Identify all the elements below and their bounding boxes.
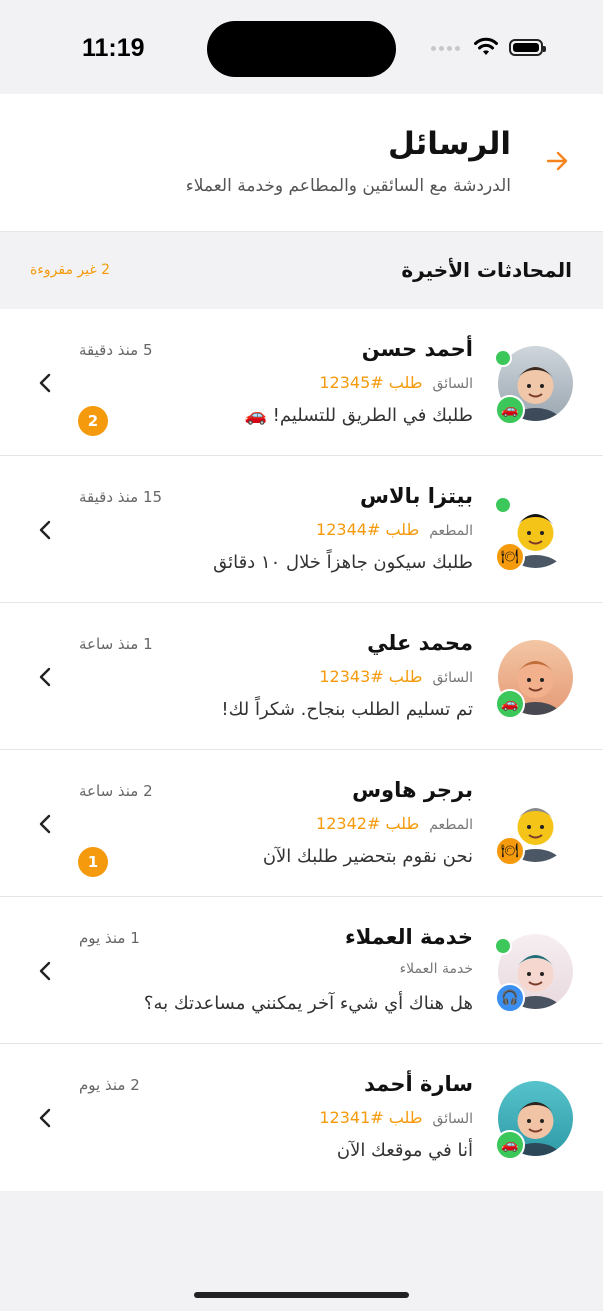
conversation-row[interactable]: 🚗 أحمد حسن 5 منذ دقيقة السائق طلب #12345… [0,309,603,456]
recent-conversations-header: المحادثات الأخيرة 2 غير مقروءة [0,232,603,308]
unread-badge: 2 [78,406,108,436]
message-preview: نحن نقوم بتحضير طلبك الآن [262,846,473,867]
contact-role: خدمة العملاء [399,961,473,977]
conversation-row[interactable]: 🎧 خدمة العملاء 1 منذ يوم خدمة العملاء هل… [0,897,603,1044]
car-icon: 🚗 [495,1130,525,1160]
back-arrow-icon[interactable] [543,147,571,175]
online-status-dot [494,496,512,514]
conversation-meta: المطعم طلب #12344 [316,520,473,539]
unread-badge: 1 [78,847,108,877]
status-time: 11:19 [82,34,145,62]
chevron-left-icon[interactable] [36,665,54,689]
contact-name: سارة أحمد [364,1072,473,1096]
message-time: 1 منذ ساعة [79,635,153,653]
contact-role: السائق [432,376,473,392]
contact-name: خدمة العملاء [344,925,473,949]
home-indicator[interactable] [194,1292,409,1298]
message-time: 2 منذ ساعة [79,782,153,800]
status-bar: 11:19 [0,0,603,94]
contact-name: محمد علي [367,631,473,655]
restaurant-icon: 🍽 [495,836,525,866]
message-time: 15 منذ دقيقة [79,488,163,506]
message-preview: أنا في موقعك الآن [336,1140,473,1161]
conversation-row[interactable]: 🍽 بيتزا بالاس 15 منذ دقيقة المطعم طلب #1… [0,456,603,603]
order-number[interactable]: طلب #12345 [319,373,422,392]
message-preview: تم تسليم الطلب بنجاح. شكراً لك! [221,699,473,720]
battery-icon [509,39,546,56]
headset-icon: 🎧 [495,983,525,1013]
contact-name: بيتزا بالاس [360,484,473,508]
chevron-left-icon[interactable] [36,371,54,395]
conversation-meta: المطعم طلب #12342 [316,814,473,833]
contact-role: السائق [432,670,473,686]
conversation-row[interactable]: 🚗 محمد علي 1 منذ ساعة السائق طلب #12343 … [0,603,603,750]
wifi-icon [474,37,498,55]
conversation-list: 🚗 أحمد حسن 5 منذ دقيقة السائق طلب #12345… [0,309,603,1191]
contact-role: السائق [432,1111,473,1127]
dynamic-island [207,21,396,77]
contact-role: المطعم [429,817,473,833]
unread-count-label: 2 غير مقروءة [30,262,111,278]
message-time: 1 منذ يوم [79,929,140,947]
chevron-left-icon[interactable] [36,1106,54,1130]
car-icon: 🚗 [495,689,525,719]
contact-role: المطعم [429,523,473,539]
contact-name: أحمد حسن [361,337,473,361]
order-number[interactable]: طلب #12341 [319,1108,422,1127]
page-subtitle: الدردشة مع السائقين والمطاعم وخدمة العمل… [185,176,511,196]
order-number[interactable]: طلب #12344 [316,520,419,539]
message-time: 5 منذ دقيقة [79,341,153,359]
page-header: الرسائل الدردشة مع السائقين والمطاعم وخد… [0,94,603,232]
order-number[interactable]: طلب #12343 [319,667,422,686]
conversation-meta: السائق طلب #12345 [319,373,473,392]
online-status-dot [494,937,512,955]
message-time: 2 منذ يوم [79,1076,140,1094]
restaurant-icon: 🍽 [495,542,525,572]
chevron-left-icon[interactable] [36,518,54,542]
conversation-row[interactable]: 🚗 سارة أحمد 2 منذ يوم السائق طلب #12341 … [0,1044,603,1191]
chevron-left-icon[interactable] [36,959,54,983]
signal-icon [431,46,460,51]
car-icon: 🚗 [495,395,525,425]
order-number[interactable]: طلب #12342 [316,814,419,833]
page-title: الرسائل [388,126,511,162]
message-preview: هل هناك أي شيء آخر يمكنني مساعدتك به؟ [143,993,473,1014]
conversation-meta: خدمة العملاء [400,961,473,977]
contact-name: برجر هاوس [352,778,473,802]
online-status-dot [494,349,512,367]
conversation-row[interactable]: 🍽 برجر هاوس 2 منذ ساعة المطعم طلب #12342… [0,750,603,897]
message-preview: طلبك في الطريق للتسليم! 🚗 [244,405,473,426]
conversation-meta: السائق طلب #12341 [319,1108,473,1127]
message-preview: طلبك سيكون جاهزاً خلال ١٠ دقائق [213,552,473,573]
section-title: المحادثات الأخيرة [401,258,572,282]
conversation-meta: السائق طلب #12343 [319,667,473,686]
chevron-left-icon[interactable] [36,812,54,836]
